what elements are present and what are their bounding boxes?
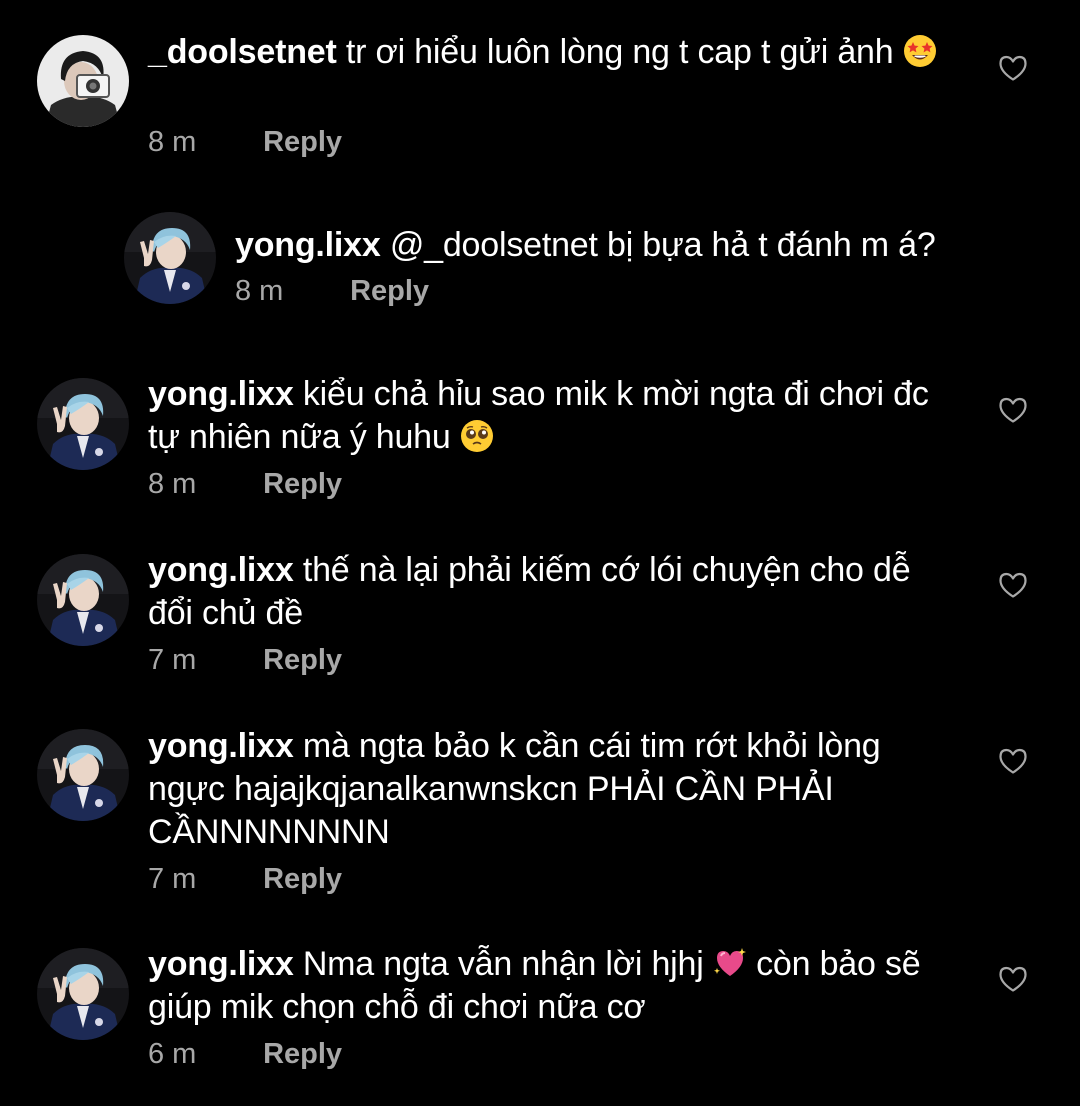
comment-text: yong.lixx kiểu chả hỉu sao mik k mời ngt… (148, 373, 948, 459)
comment-time: 6 m (148, 1038, 197, 1070)
comment-text: yong.lixx mà ngta bảo k cần cái tim rớt … (148, 725, 948, 854)
comment-body: @_doolsetnet bị bựa hả t đánh m á? (389, 226, 936, 264)
reply-button[interactable]: Reply (350, 275, 429, 307)
comment-time: 8 m (148, 126, 197, 158)
comment-username[interactable]: yong.lixx (148, 727, 294, 765)
avatar[interactable] (37, 378, 129, 470)
comment-meta: 7 m Reply (148, 861, 342, 897)
comment-time: 7 m (148, 644, 197, 676)
comment-meta: 8 m Reply (235, 273, 429, 309)
like-heart-icon[interactable] (998, 965, 1028, 993)
yonglixx-avatar-image (37, 554, 129, 646)
yonglixx-avatar-image (124, 212, 216, 304)
comment-body-start: Nma ngta vẫn nhận lời hjhj (302, 945, 704, 983)
comment-item: yong.lixx kiểu chả hỉu sao mik k mời ngt… (0, 360, 1080, 520)
comment-username[interactable]: yong.lixx (148, 375, 294, 413)
comment-username[interactable]: _doolsetnet (148, 33, 337, 71)
avatar[interactable] (124, 212, 216, 304)
avatar[interactable] (37, 729, 129, 821)
like-heart-icon[interactable] (998, 396, 1028, 424)
comment-item: yong.lixx thế nà lại phải kiếm cớ lói ch… (0, 540, 1080, 700)
comment-item: _doolsetnet tr ơi hiểu luôn lòng ng t ca… (0, 0, 1080, 170)
reply-button[interactable]: Reply (263, 126, 342, 158)
sparkling-heart-emoji (713, 946, 747, 980)
yonglixx-avatar-image (37, 948, 129, 1040)
comment-text: yong.lixx Nma ngta vẫn nhận lời hjhj còn… (148, 943, 948, 1029)
pleading-face-emoji (460, 419, 494, 453)
comment-text: yong.lixx thế nà lại phải kiếm cớ lói ch… (148, 549, 948, 635)
like-heart-icon[interactable] (998, 747, 1028, 775)
comment-meta: 8 m Reply (148, 124, 342, 160)
comment-item: yong.lixx mà ngta bảo k cần cái tim rớt … (0, 715, 1080, 915)
comment-time: 8 m (235, 275, 284, 307)
comment-item: yong.lixx Nma ngta vẫn nhận lời hjhj còn… (0, 930, 1080, 1100)
comment-username[interactable]: yong.lixx (148, 945, 294, 983)
comment-meta: 8 m Reply (148, 466, 342, 502)
like-heart-icon[interactable] (998, 54, 1028, 82)
avatar[interactable] (37, 35, 129, 127)
doolsetnet-avatar-image (37, 35, 129, 127)
avatar[interactable] (37, 554, 129, 646)
comment-username[interactable]: yong.lixx (235, 226, 381, 264)
like-heart-icon[interactable] (998, 571, 1028, 599)
yonglixx-avatar-image (37, 378, 129, 470)
reply-button[interactable]: Reply (263, 644, 342, 676)
comment-meta: 6 m Reply (148, 1036, 342, 1072)
comment-text: _doolsetnet tr ơi hiểu luôn lòng ng t ca… (148, 31, 938, 74)
comment-body: tr ơi hiểu luôn lòng ng t cap t gửi ảnh (345, 33, 894, 71)
avatar[interactable] (37, 948, 129, 1040)
comment-username[interactable]: yong.lixx (148, 551, 294, 589)
comment-time: 7 m (148, 863, 197, 895)
star-struck-emoji (903, 34, 937, 68)
comment-meta: 7 m Reply (148, 642, 342, 678)
yonglixx-avatar-image (37, 729, 129, 821)
reply-button[interactable]: Reply (263, 1038, 342, 1070)
comment-text: yong.lixx @_doolsetnet bị bựa hả t đánh … (235, 224, 1035, 267)
reply-comment-item: yong.lixx @_doolsetnet bị bựa hả t đánh … (0, 200, 1080, 330)
reply-button[interactable]: Reply (263, 468, 342, 500)
comment-time: 8 m (148, 468, 197, 500)
reply-button[interactable]: Reply (263, 863, 342, 895)
